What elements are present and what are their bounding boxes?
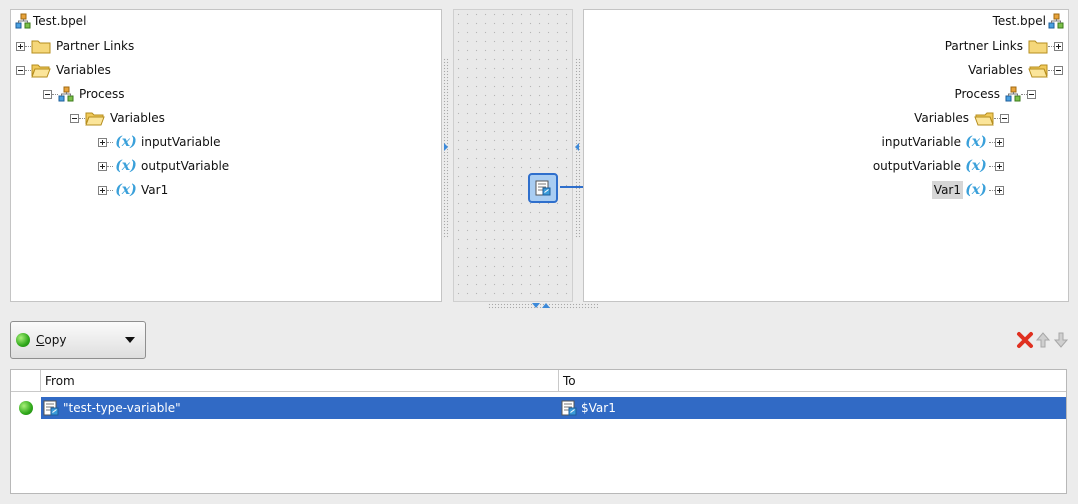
target-tree-node-outputvariable[interactable]: outputVariable (x) [871,157,1004,175]
collapse-toggle-icon[interactable] [1027,89,1036,99]
up-arrow-icon [1036,332,1050,348]
to-column-header[interactable]: To [559,370,1066,392]
tree-node-label: inputVariable [881,135,961,149]
to-cell[interactable]: $Var1 [559,397,1066,419]
chevron-down-icon [125,337,135,343]
tree-node-label: Test.bpel [992,14,1046,28]
from-value: "test-type-variable" [63,401,181,415]
target-tree-node-partner-links[interactable]: Partner Links [943,37,1063,55]
operation-label: Copy [36,333,67,347]
expression-node[interactable] [528,173,558,203]
table-row[interactable]: "test-type-variable" $Var1 [11,397,1066,419]
expand-toggle-icon[interactable] [995,161,1004,171]
target-tree-node-inputvariable[interactable]: inputVariable (x) [880,133,1004,151]
process-icon [1005,86,1021,102]
tree-node-label: Process [954,87,1000,101]
expand-toggle-icon[interactable] [995,137,1004,147]
expression-icon [43,400,59,416]
green-dot-icon [19,401,33,415]
status-column-header [11,370,41,392]
target-tree-node-variables[interactable]: Variables [966,61,1063,79]
red-x-icon [1017,332,1033,348]
expand-toggle-icon[interactable] [995,185,1004,195]
target-tree-node-var1[interactable]: Var1 (x) [931,181,1004,199]
operation-dropdown[interactable]: Copy [10,321,146,359]
open-folder-icon [974,110,994,126]
copy-rules-table[interactable]: From To "test-type-variable" $Var1 [10,369,1067,494]
variable-icon: (x) [965,158,987,174]
tree-node-label: Variables [968,63,1023,77]
down-arrow-icon [1054,332,1068,348]
green-dot-icon [16,333,30,347]
delete-button[interactable] [1016,331,1034,349]
expression-icon [535,180,551,196]
row-status-cell [11,397,41,419]
move-up-button[interactable] [1034,331,1052,349]
variable-icon: (x) [965,134,987,150]
from-column-header[interactable]: From [41,370,559,392]
from-cell[interactable]: "test-type-variable" [41,397,559,419]
target-tree-panel[interactable]: Test.bpel Partner Links Variables Proces… [583,9,1069,302]
target-tree-node-root[interactable]: Test.bpel [991,12,1064,30]
to-value: $Var1 [581,401,616,415]
folder-icon [1028,38,1048,54]
collapse-toggle-icon[interactable] [1000,113,1009,123]
move-down-button[interactable] [1052,331,1070,349]
collapse-down-arrow-icon[interactable] [532,303,540,308]
variable-icon: (x) [965,182,987,198]
tree-node-label: outputVariable [872,159,961,173]
target-tree-node-process[interactable]: Process [952,85,1036,103]
open-folder-icon [1028,62,1048,78]
tree-node-label: Variables [914,111,969,125]
expression-icon [561,400,577,416]
target-tree-node-process-variables[interactable]: Variables [912,109,1009,127]
expand-toggle-icon[interactable] [1054,41,1063,51]
tree-node-label: Partner Links [944,39,1023,53]
process-icon [1048,13,1064,29]
tree-node-label: Var1 [931,181,963,199]
collapse-toggle-icon[interactable] [1054,65,1063,75]
collapse-up-arrow-icon[interactable] [542,303,550,308]
